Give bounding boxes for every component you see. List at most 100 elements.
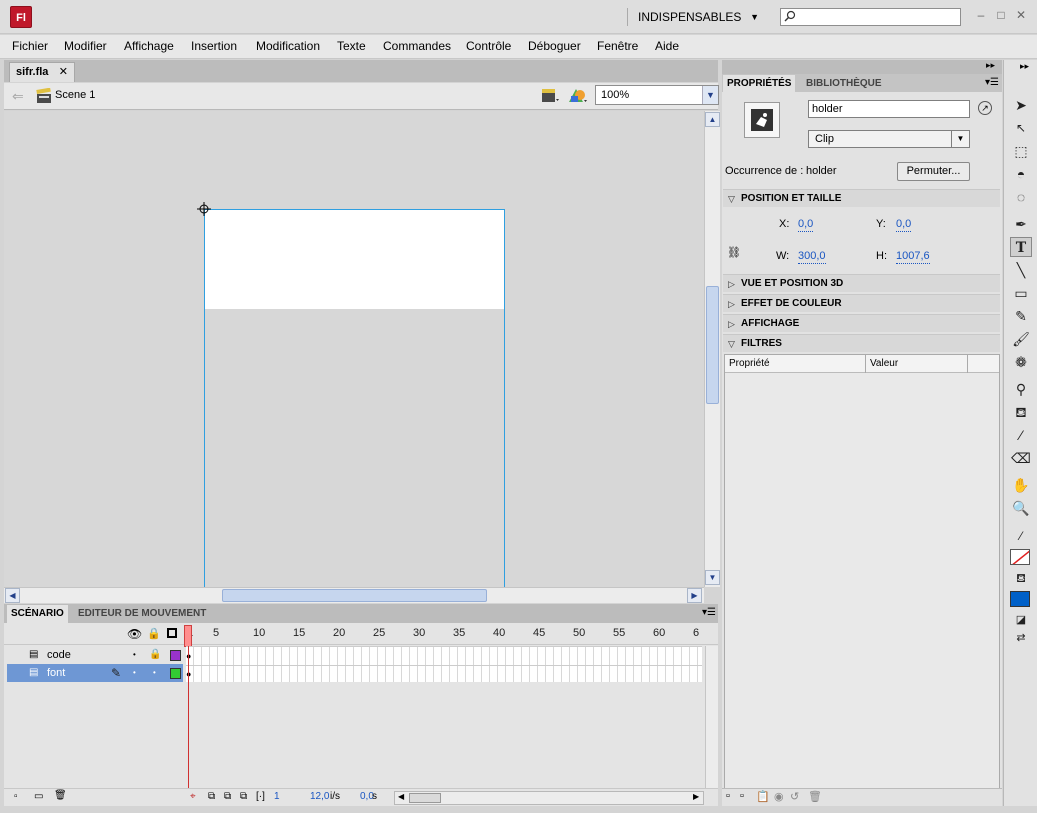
edit-symbol-icon[interactable]: ↗	[978, 101, 992, 115]
scroll-down-icon[interactable]: ▼	[705, 570, 720, 585]
fill-color-swatch[interactable]	[1010, 591, 1030, 607]
scroll-thumb[interactable]	[222, 589, 487, 602]
layer-row-selected[interactable]: ▤ font ✎ • •	[7, 664, 183, 682]
outline-icon[interactable]	[167, 628, 177, 638]
scene-label[interactable]: Scene 1	[55, 89, 95, 101]
text-tool-icon[interactable]: T	[1010, 237, 1032, 257]
swap-button[interactable]: Permuter...	[897, 162, 970, 181]
clipboard-icon[interactable]: 📋	[756, 790, 770, 803]
close-tab-icon[interactable]: ✕	[59, 63, 68, 81]
scroll-thumb[interactable]	[409, 793, 441, 803]
paint-bucket-tool-icon[interactable]: ⛾	[1010, 402, 1032, 422]
center-frame-icon[interactable]: ⌖	[190, 791, 196, 802]
scroll-left-icon[interactable]: ◀	[5, 588, 20, 603]
pencil-tool-icon[interactable]: ✎	[1010, 306, 1032, 326]
panel-collapse-bar[interactable]: ▸▸	[722, 60, 1002, 74]
pen-tool-icon[interactable]: ✒	[1010, 214, 1032, 234]
w-value[interactable]: 300,0	[798, 250, 826, 264]
menu-controle[interactable]: Contrôle	[466, 39, 511, 53]
rectangle-tool-icon[interactable]: ▭	[1010, 283, 1032, 303]
frame-grid[interactable]: ● ●	[186, 646, 702, 682]
3d-rotation-tool-icon[interactable]: ◓	[1010, 164, 1032, 184]
menu-aide[interactable]: Aide	[655, 39, 679, 53]
tab-motion-editor[interactable]: EDITEUR DE MOUVEMENT	[74, 605, 210, 623]
delete-icon[interactable]: 🗑	[54, 790, 67, 801]
section-filters[interactable]: ▽ FILTRES	[723, 334, 1000, 352]
layer-row[interactable]: ▤ code • 🔒	[7, 646, 183, 664]
menu-modification[interactable]: Modification	[256, 39, 320, 53]
edit-symbols-icon[interactable]	[567, 86, 589, 106]
add-filter-icon[interactable]: ▫	[726, 790, 730, 802]
subselection-tool-icon[interactable]: ↖	[1010, 118, 1032, 138]
scroll-thumb[interactable]	[706, 286, 719, 404]
frame-rate[interactable]: 12,0	[310, 791, 329, 802]
close-icon[interactable]: ✕	[1014, 8, 1028, 22]
x-value[interactable]: 0,0	[798, 218, 814, 232]
menu-insertion[interactable]: Insertion	[191, 39, 237, 53]
new-folder-icon[interactable]: ▭	[34, 791, 43, 802]
brush-tool-icon[interactable]: 🖌	[1010, 329, 1032, 349]
scroll-right-icon[interactable]: ▶	[693, 792, 699, 801]
stage-vertical-scrollbar[interactable]: ▲ ▼	[704, 111, 720, 587]
playhead[interactable]	[184, 625, 192, 647]
lock-icon[interactable]: 🔒	[147, 627, 161, 640]
bone-tool-icon[interactable]: ⚲	[1010, 379, 1032, 399]
stroke-color-swatch[interactable]	[1010, 549, 1030, 565]
eyedropper-tool-icon[interactable]: ⁄	[1010, 425, 1032, 445]
section-position-size[interactable]: ▽ POSITION ET TAILLE	[723, 189, 1000, 207]
chevron-down-icon[interactable]: ▼	[702, 86, 718, 104]
onion-skin-icon[interactable]: ⧉	[208, 791, 215, 802]
visibility-dot-icon[interactable]: •	[133, 646, 136, 664]
minimize-icon[interactable]: –	[974, 8, 988, 22]
search-input[interactable]	[780, 8, 961, 26]
lock-dot-icon[interactable]: •	[153, 664, 156, 682]
onion-outline-icon[interactable]: ⧉	[224, 791, 231, 802]
tab-properties[interactable]: PROPRIÉTÉS	[723, 75, 796, 93]
section-3d[interactable]: ▷ VUE ET POSITION 3D	[723, 274, 1000, 292]
menu-fichier[interactable]: Fichier	[12, 39, 48, 53]
deco-tool-icon[interactable]: ❁	[1010, 352, 1032, 372]
swap-colors-icon[interactable]: ⇄	[1010, 628, 1032, 648]
delete-icon[interactable]: 🗑	[808, 790, 822, 803]
symbol-type-select[interactable]: Clip ▼	[808, 130, 970, 148]
lasso-tool-icon[interactable]: ◌	[1010, 187, 1032, 207]
lock-icon[interactable]: 🔒	[149, 646, 161, 664]
workspace-switcher[interactable]: INDISPENSABLES ▼	[627, 8, 765, 26]
zoom-tool-icon[interactable]: 🔍	[1010, 498, 1032, 518]
link-constrain-icon[interactable]: ⛓	[727, 246, 741, 259]
section-color-effect[interactable]: ▷ EFFET DE COULEUR	[723, 294, 1000, 312]
timeline-vertical-scrollbar[interactable]	[705, 646, 718, 791]
layer-color-swatch[interactable]	[170, 650, 181, 661]
edit-scene-icon[interactable]	[541, 87, 561, 105]
holder-clip-bounds[interactable]	[204, 209, 505, 587]
reset-icon[interactable]: ↺	[790, 790, 799, 803]
menu-deboguer[interactable]: Déboguer	[528, 39, 581, 53]
layer-color-swatch[interactable]	[170, 668, 181, 679]
collapse-icon[interactable]: ▸▸	[1020, 61, 1029, 72]
edit-multiple-frames-icon[interactable]: ⧉	[240, 791, 247, 802]
chevron-down-icon[interactable]: ▼	[951, 131, 969, 147]
back-arrow-icon[interactable]: ⇐	[12, 88, 24, 105]
eraser-tool-icon[interactable]: ⌫	[1010, 448, 1032, 468]
timeline-horizontal-scrollbar[interactable]: ◀ ▶	[394, 791, 704, 805]
hand-tool-icon[interactable]: ✋	[1010, 475, 1032, 495]
line-tool-icon[interactable]: ╲	[1010, 260, 1032, 280]
menu-texte[interactable]: Texte	[337, 39, 366, 53]
menu-modifier[interactable]: Modifier	[64, 39, 107, 53]
free-transform-tool-icon[interactable]: ⬚	[1010, 141, 1032, 161]
zoom-select[interactable]: 100% ▼	[595, 85, 719, 105]
instance-name-input[interactable]: holder	[808, 100, 970, 118]
preset-icon[interactable]: ▫	[740, 790, 744, 802]
section-display[interactable]: ▷ AFFICHAGE	[723, 314, 1000, 332]
eye-icon[interactable]: 👁	[127, 627, 142, 641]
scroll-right-icon[interactable]: ▶	[687, 588, 702, 603]
stage-horizontal-scrollbar[interactable]: ◀ ▶	[4, 587, 704, 603]
scroll-up-icon[interactable]: ▲	[705, 112, 720, 127]
panel-menu-icon[interactable]: ▾☰	[702, 607, 716, 618]
panel-menu-icon[interactable]: ▾☰	[985, 77, 999, 88]
menu-commandes[interactable]: Commandes	[383, 39, 451, 53]
menu-fenetre[interactable]: Fenêtre	[597, 39, 638, 53]
collapse-icon[interactable]: ▸▸	[986, 60, 995, 71]
tab-scenario[interactable]: SCÉNARIO	[7, 605, 68, 623]
visibility-dot-icon[interactable]: •	[133, 664, 136, 682]
